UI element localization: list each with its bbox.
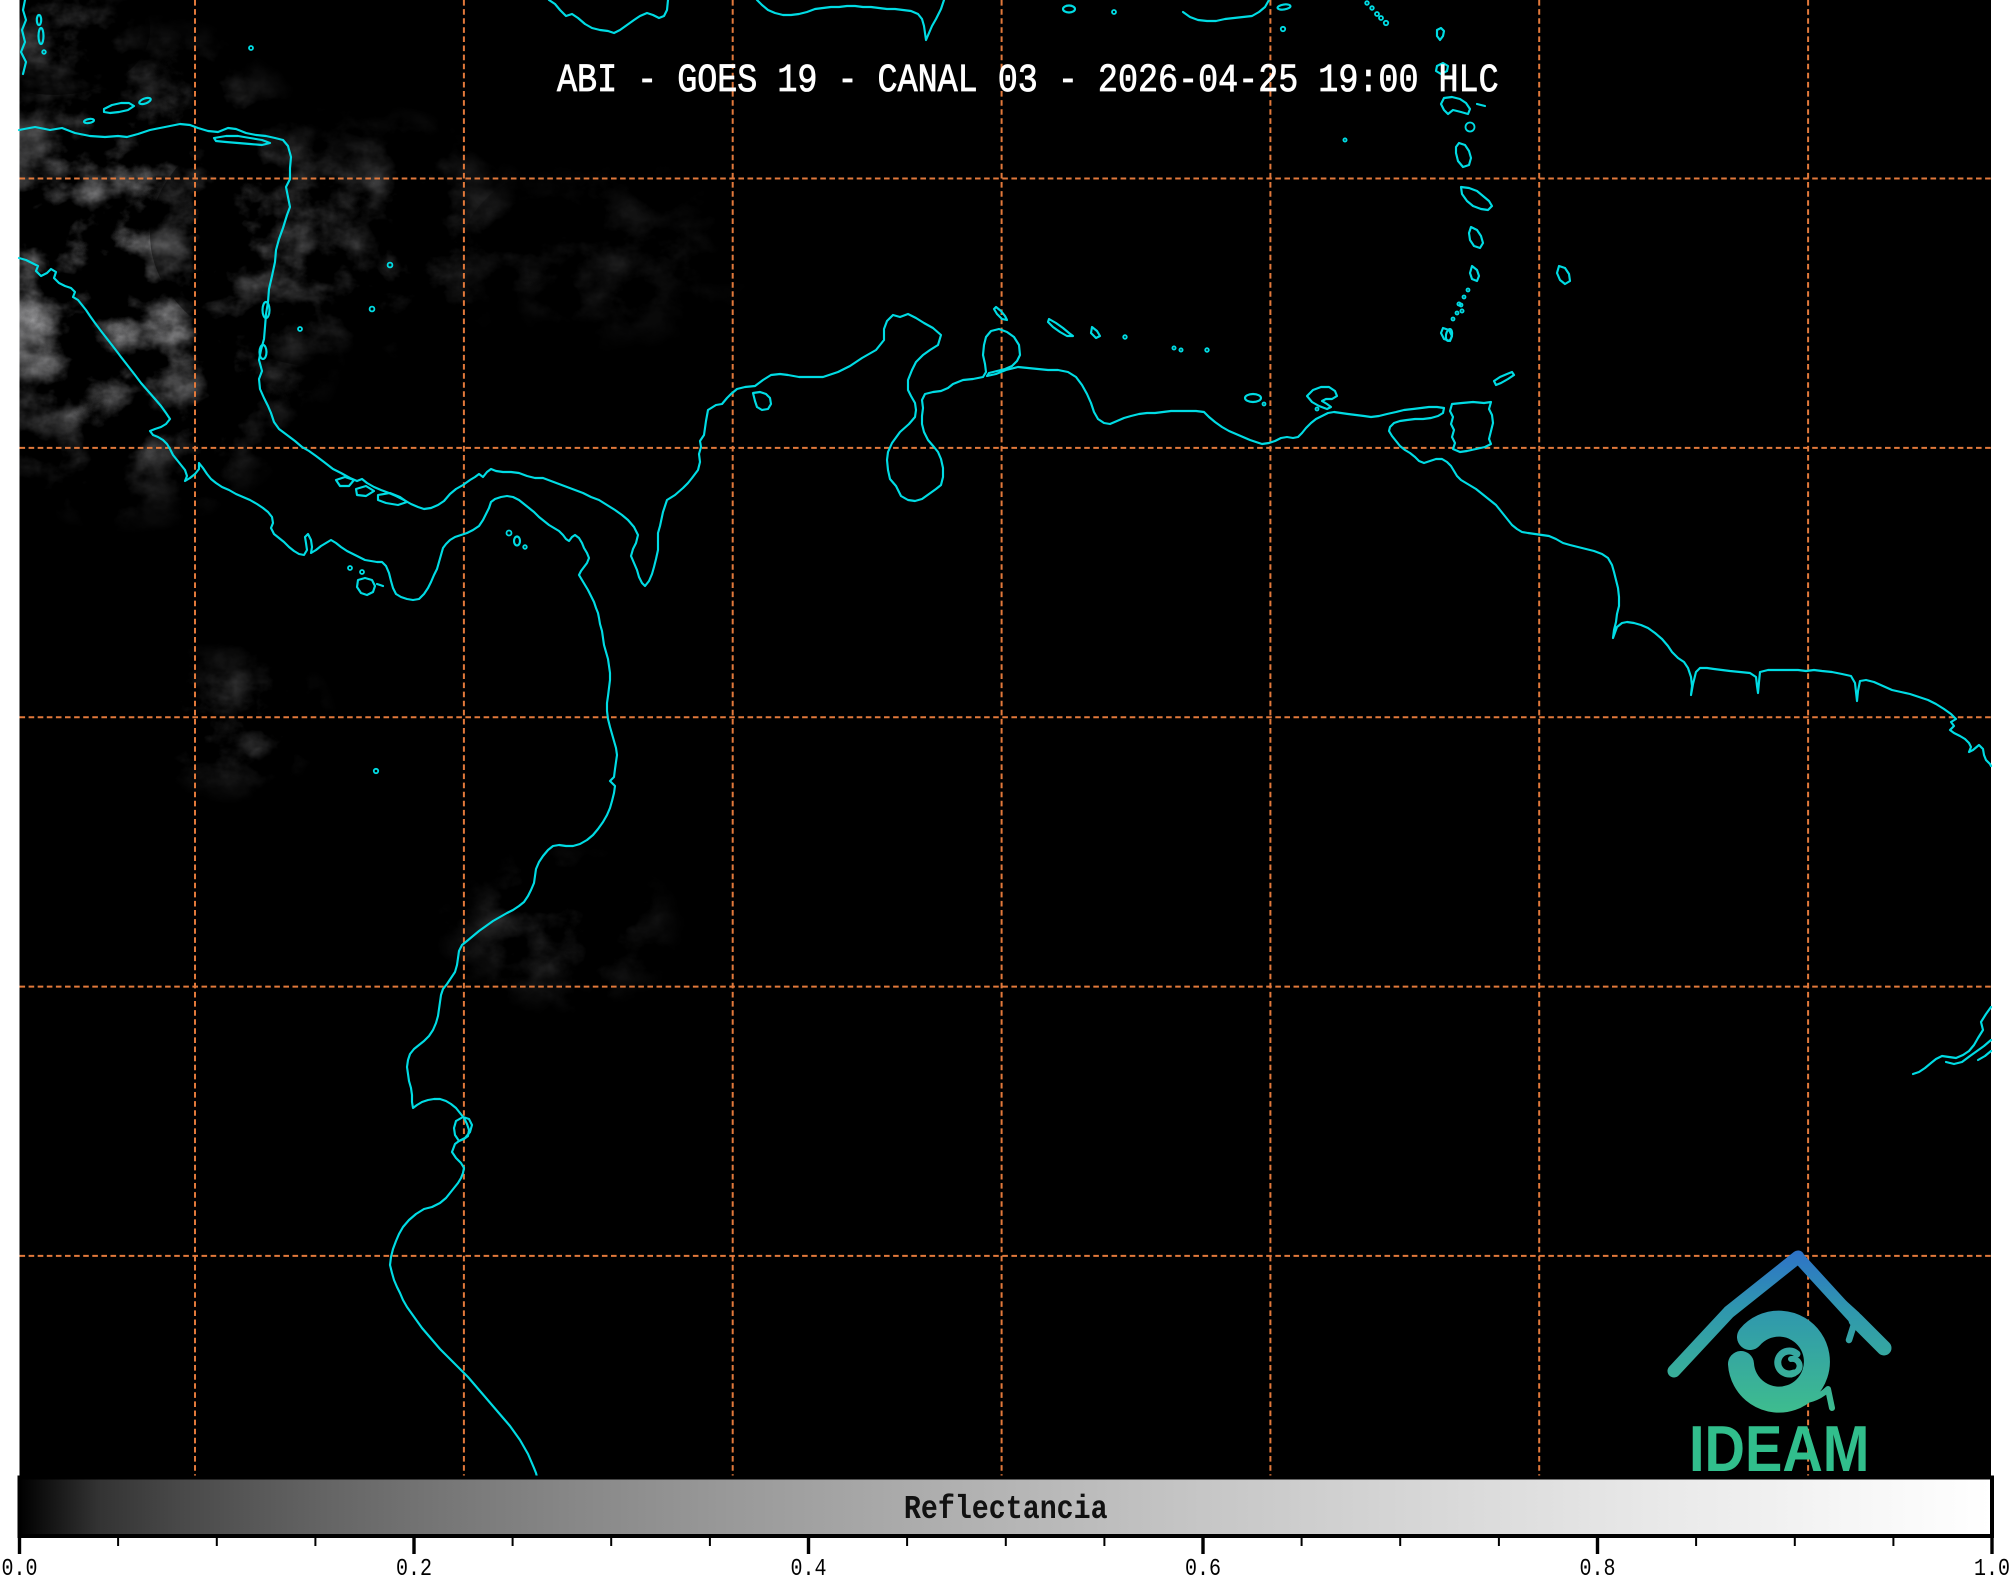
svg-text:0.0: 0.0 [2, 1555, 38, 1577]
svg-text:1.0: 1.0 [1974, 1555, 2010, 1577]
svg-text:Reflectancia: Reflectancia [904, 1491, 1108, 1529]
svg-text:IDEAM: IDEAM [1689, 1412, 1869, 1485]
svg-text:0.6: 0.6 [1185, 1555, 1221, 1577]
svg-text:0.4: 0.4 [791, 1555, 827, 1577]
svg-text:ABI - GOES 19 - CANAL 03 - 202: ABI - GOES 19 - CANAL 03 - 2026-04-25 19… [557, 58, 1499, 104]
svg-text:0.8: 0.8 [1580, 1555, 1616, 1577]
svg-text:0.2: 0.2 [396, 1555, 432, 1577]
